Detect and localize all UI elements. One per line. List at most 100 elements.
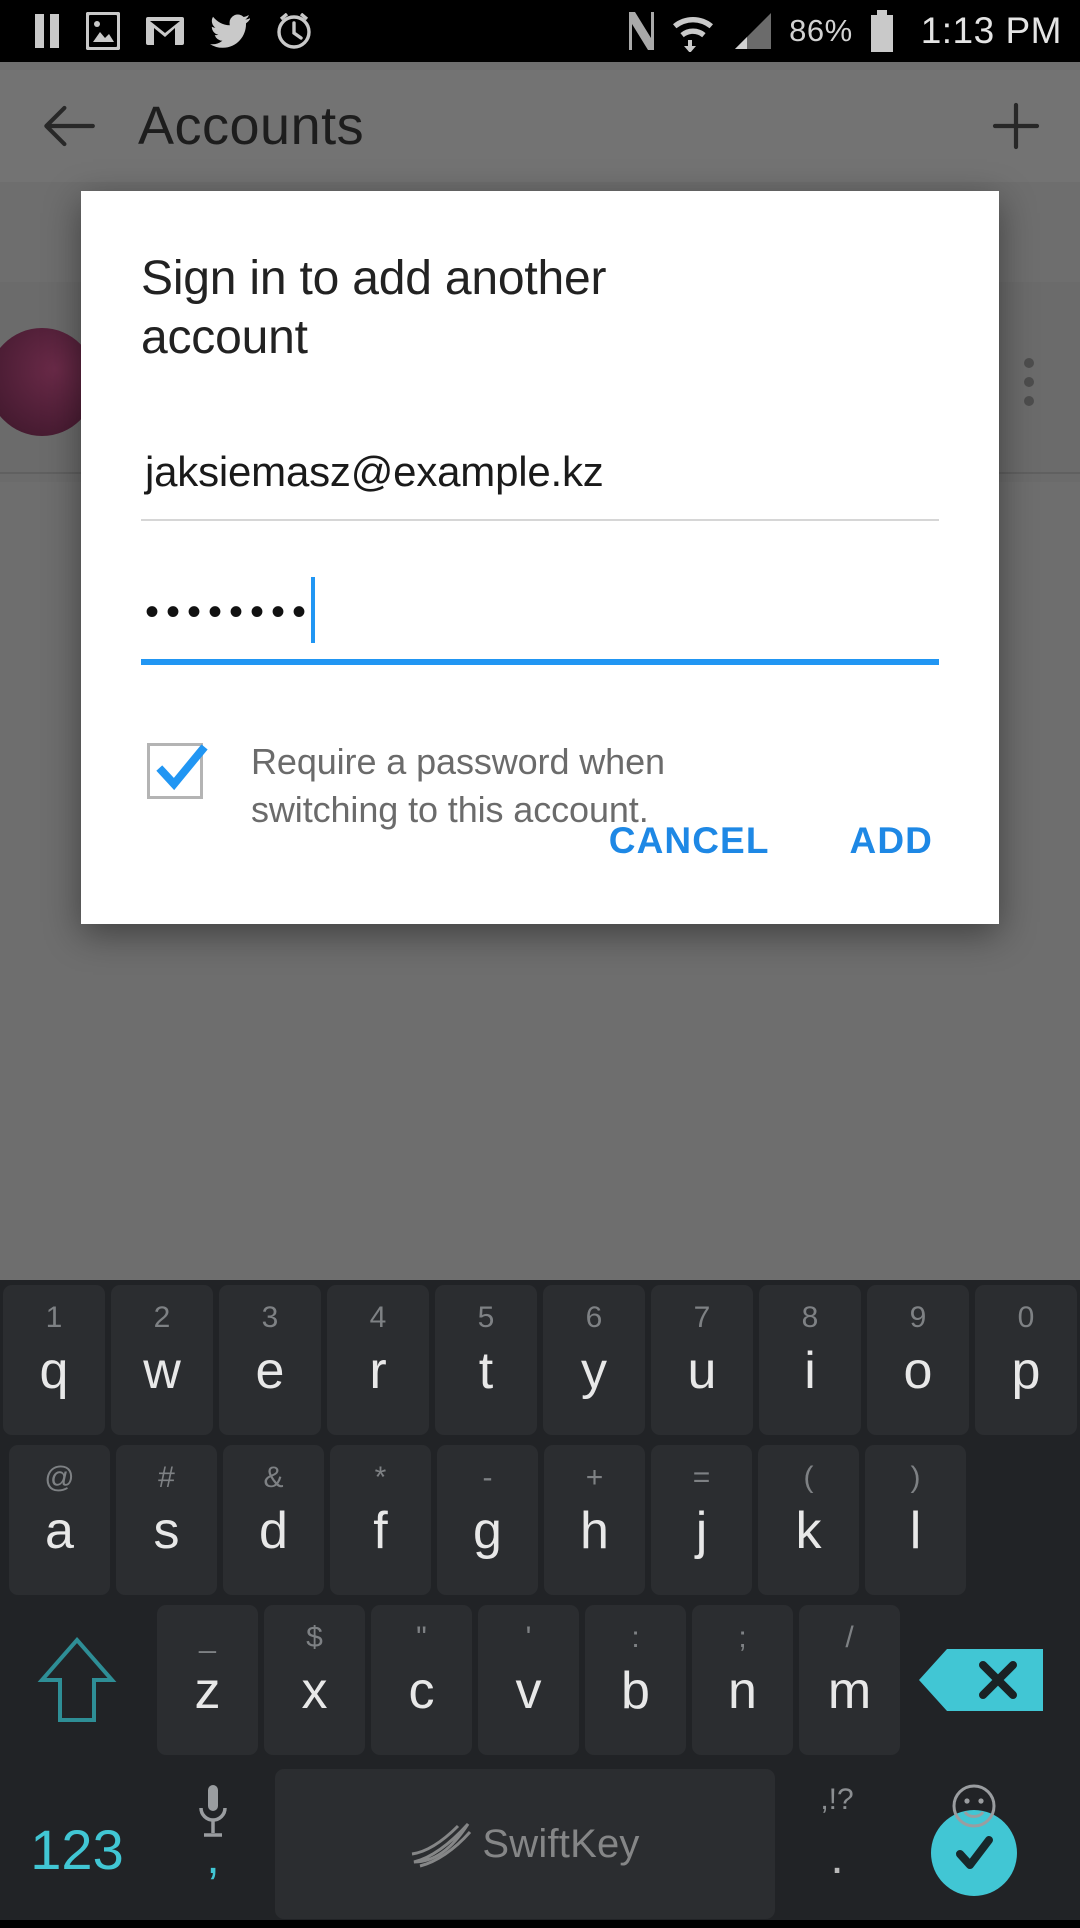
key-z[interactable]: _ z (157, 1605, 258, 1755)
key-u[interactable]: 7u (651, 1285, 753, 1435)
key-label: q (39, 1342, 69, 1400)
password-field[interactable]: •••••••• (141, 577, 939, 666)
key-alt-label: - (482, 1461, 493, 1494)
key-x[interactable]: $ x (264, 1605, 365, 1755)
key-k[interactable]: (k (758, 1445, 859, 1595)
key-m[interactable]: / m (799, 1605, 900, 1755)
key-f[interactable]: * f (330, 1445, 431, 1595)
email-field-value[interactable]: jaksiemasz@example.kz (141, 441, 939, 503)
back-arrow-icon[interactable] (36, 95, 98, 157)
key-alt-label: ) (910, 1461, 921, 1494)
key-y[interactable]: 6y (543, 1285, 645, 1435)
key-a[interactable]: @ a (9, 1445, 110, 1595)
app-action-bar: Accounts (0, 70, 1080, 182)
emoji-icon[interactable] (899, 1783, 1049, 1834)
key-s[interactable]: # s (116, 1445, 217, 1595)
space-key[interactable]: SwiftKey (275, 1769, 775, 1919)
key-alt-label: 4 (369, 1301, 387, 1334)
key-w[interactable]: 2w (111, 1285, 213, 1435)
page-title: Accounts (138, 96, 365, 156)
key-alt-label: $ (306, 1621, 323, 1654)
key-alt-label: 2 (153, 1301, 171, 1334)
numeric-mode-label: 123 (30, 1817, 124, 1881)
key-label: z (194, 1662, 221, 1720)
keyboard-row-1: 1q 2w 3e 4r 5t 6y 7u 8i 9o 0p (0, 1280, 1080, 1440)
key-t[interactable]: 5t (435, 1285, 537, 1435)
status-bar[interactable]: 86% 1:13 PM (0, 0, 1080, 62)
key-q[interactable]: 1q (3, 1285, 105, 1435)
keyboard-row-2: @ a # s & d * f -g + h = j (k ) l (0, 1440, 1080, 1600)
key-j[interactable]: = j (651, 1445, 752, 1595)
key-alt-label: ' (525, 1621, 532, 1654)
key-label: l (909, 1502, 922, 1560)
key-b[interactable]: :b (585, 1605, 686, 1755)
key-label: k (795, 1502, 822, 1560)
key-alt-label: = (692, 1461, 711, 1494)
key-alt-label: ; (738, 1621, 747, 1654)
battery-percent-label: 86% (789, 13, 853, 48)
key-label: i (804, 1342, 816, 1400)
key-alt-label: 1 (45, 1301, 63, 1334)
key-o[interactable]: 9o (867, 1285, 969, 1435)
keyboard-row-4: 123 , SwiftKey ,!? . (0, 1760, 1080, 1928)
key-n[interactable]: ; n (692, 1605, 793, 1755)
period-key[interactable]: ,!? . (781, 1769, 893, 1919)
key-d[interactable]: & d (223, 1445, 324, 1595)
key-h[interactable]: + h (544, 1445, 645, 1595)
email-field[interactable]: jaksiemasz@example.kz (141, 441, 939, 522)
key-label: u (687, 1342, 717, 1400)
key-alt-label: 8 (801, 1301, 819, 1334)
swiftkey-logo: SwiftKey (410, 1818, 639, 1870)
key-label: p (1011, 1342, 1041, 1400)
key-alt-label: 3 (261, 1301, 279, 1334)
more-vert-icon[interactable] (1024, 358, 1040, 406)
alarm-icon (277, 13, 311, 49)
enter-key[interactable] (899, 1769, 1049, 1919)
microphone-icon[interactable] (157, 1783, 269, 1844)
shift-arrow-icon (37, 1636, 117, 1722)
key-e[interactable]: 3e (219, 1285, 321, 1435)
checkmark-icon (156, 744, 208, 791)
battery-icon (870, 10, 893, 52)
key-alt-label: + (585, 1461, 604, 1494)
key-label: d (259, 1502, 288, 1560)
key-c[interactable]: " c (371, 1605, 472, 1755)
shift-key[interactable] (3, 1605, 151, 1755)
key-g[interactable]: -g (437, 1445, 538, 1595)
add-button[interactable]: ADD (824, 802, 959, 880)
backspace-icon (919, 1649, 1043, 1711)
key-alt-label: & (263, 1461, 284, 1494)
password-field-value[interactable]: •••••••• (141, 583, 313, 645)
backspace-key[interactable] (906, 1605, 1056, 1755)
email-field-underline (141, 519, 939, 522)
plus-icon[interactable] (988, 98, 1044, 154)
key-v[interactable]: ' v (478, 1605, 579, 1755)
signal-icon (735, 13, 772, 49)
key-alt-label: / (845, 1621, 854, 1654)
key-label: . (830, 1830, 844, 1884)
key-label: r (369, 1342, 387, 1400)
key-r[interactable]: 4r (327, 1285, 429, 1435)
cancel-button[interactable]: CANCEL (583, 802, 796, 880)
key-alt-label: * (374, 1461, 387, 1494)
key-p[interactable]: 0p (975, 1285, 1077, 1435)
key-i[interactable]: 8i (759, 1285, 861, 1435)
swiftkey-wordmark: SwiftKey (482, 1821, 640, 1866)
numeric-mode-key[interactable]: 123 (3, 1769, 151, 1919)
swiftkey-glyph-icon (412, 1822, 472, 1868)
key-label: t (478, 1342, 494, 1400)
checkbox[interactable] (147, 743, 208, 800)
key-label: m (827, 1662, 872, 1720)
dialog-actions: CANCEL ADD (583, 802, 959, 880)
pause-icon (35, 14, 59, 48)
key-l[interactable]: ) l (865, 1445, 966, 1595)
key-label: n (728, 1662, 757, 1720)
comma-key[interactable]: , (157, 1769, 269, 1919)
key-alt-label: @ (44, 1461, 75, 1494)
key-label: h (580, 1502, 609, 1560)
key-alt-label: " (416, 1621, 427, 1654)
key-label: o (903, 1342, 933, 1400)
swiftkey-keyboard[interactable]: 1q 2w 3e 4r 5t 6y 7u 8i 9o 0p @ a # s & d *… (0, 1280, 1080, 1920)
key-alt-label: : (631, 1621, 640, 1654)
key-alt-label: 5 (477, 1301, 495, 1334)
